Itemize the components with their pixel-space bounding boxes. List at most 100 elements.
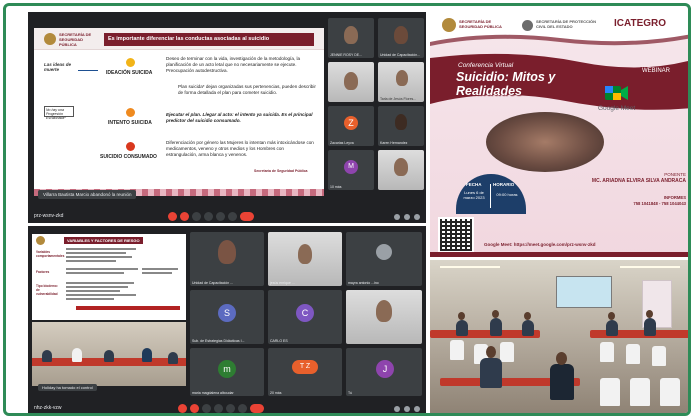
participant-tile[interactable]: Karen Hernandez	[378, 106, 424, 146]
attendee	[644, 318, 656, 336]
participant-video	[218, 240, 236, 264]
slide-text-line	[66, 268, 138, 270]
slide-text-line	[66, 286, 128, 288]
left-label: Las ideas de muerte	[44, 62, 72, 72]
participant-name: Unidad de Capacitación ...	[192, 281, 234, 285]
raise-hand-icon[interactable]	[214, 404, 223, 413]
captions-icon[interactable]	[192, 212, 201, 221]
participant-tile[interactable]: Unidad de Capacitación...	[378, 18, 424, 58]
projection-screen	[556, 276, 612, 308]
participant-tile[interactable]	[378, 150, 424, 190]
fecha-value: Lunes 6 de marzo 2023	[463, 190, 485, 200]
panel-divider	[490, 184, 491, 208]
more-options-icon[interactable]	[228, 212, 237, 221]
participant-tile[interactable]: S Sub. de Estrategias Didácticas I...	[190, 290, 264, 344]
slide-label-2: Factores	[36, 270, 50, 274]
attendee-head	[458, 312, 465, 320]
ceiling-light	[620, 266, 680, 268]
attendee-head	[646, 310, 653, 318]
chat-icon[interactable]	[414, 406, 420, 412]
participant-name: CARLO ES	[270, 339, 288, 343]
meet-window-top: SECRETARÍA DE SEGURIDAD PÚBLICA Es impor…	[28, 12, 426, 223]
chat-icon[interactable]	[414, 214, 420, 220]
participant-tile[interactable]	[328, 62, 374, 102]
paragraph-2: Plan suicida* dejan organizadas sus pert…	[178, 84, 316, 95]
poster-subtitle: Conferencia Virtual	[458, 62, 514, 69]
slide-text-line	[142, 268, 178, 270]
present-icon[interactable]	[226, 404, 235, 413]
slide-header: SECRETARÍA DE SEGURIDAD PÚBLICA Es impor…	[34, 28, 324, 50]
side-controls	[394, 406, 420, 412]
participant-tile[interactable]: jesús enrique ...	[268, 232, 342, 286]
participant-tile[interactable]	[346, 290, 422, 344]
participant-name: Tarla de Jesús Flores...	[380, 97, 417, 101]
participant-tile[interactable]: m maria magdalena alboudar	[190, 348, 264, 396]
hands-photo	[486, 112, 604, 172]
participant-name: Zacarias Leyva	[330, 141, 354, 145]
horario-value: 09:00 horas	[496, 192, 518, 197]
slide-label-1: Variables comportamentales	[36, 250, 65, 258]
slide-text-line	[66, 256, 132, 258]
participant-avatar: S	[218, 304, 236, 322]
proteccion-civil-icon	[522, 20, 533, 31]
participant-avatar: J	[376, 360, 394, 378]
chair	[660, 378, 680, 406]
participant-tile[interactable]: C CARLO ES	[268, 290, 342, 344]
participant-avatar-icon	[376, 244, 392, 260]
participant-name: Unidad de Capacitación...	[380, 53, 421, 57]
slide-text-line	[142, 272, 172, 274]
chair	[652, 346, 666, 366]
call-controls	[168, 212, 254, 221]
participant-tile[interactable]: Z Zacarias Leyva	[328, 106, 374, 146]
participant-tile[interactable]: Unidad de Capacitación ...	[190, 232, 264, 286]
stage-dot-icon	[126, 142, 135, 151]
chair	[600, 378, 620, 406]
meet-window-bottom: VARIABLES Y FACTORES DE RIESGO Variables…	[28, 226, 426, 413]
raise-hand-icon[interactable]	[204, 212, 213, 221]
google-meet-icon	[605, 86, 628, 100]
mic-off-icon[interactable]	[178, 404, 187, 413]
collage-frame: SECRETARÍA DE SEGURIDAD PÚBLICA Es impor…	[3, 3, 691, 416]
left-meeting-notice: Villarra Bautista Marcio abandonó la reu…	[38, 190, 137, 199]
control-notice: Holiday ha tomado el control	[38, 384, 97, 391]
meet-link[interactable]: Google Meet: https://meet.google.com/prz…	[484, 242, 596, 247]
participant-tile[interactable]: T Z 20 más	[268, 348, 342, 396]
participant-avatar: T Z	[292, 360, 318, 374]
info-icon[interactable]	[394, 214, 400, 220]
participant-video	[394, 158, 408, 176]
government-seal-icon	[36, 236, 45, 245]
participant-video	[395, 114, 407, 130]
present-icon[interactable]	[216, 212, 225, 221]
people-icon[interactable]	[404, 214, 410, 220]
attendee	[490, 318, 502, 336]
info-icon[interactable]	[394, 406, 400, 412]
more-options-icon[interactable]	[238, 404, 247, 413]
chair	[600, 342, 614, 362]
participant-name: 20 más	[270, 391, 282, 395]
camera-off-icon[interactable]	[180, 212, 189, 221]
attendee-head	[608, 312, 615, 320]
participant-name: Sub. de Estrategias Didácticas I...	[192, 339, 245, 343]
participant-name: JENNIE ROSY DE...	[330, 53, 363, 57]
participant-tile[interactable]: JENNIE ROSY DE...	[328, 18, 374, 58]
stage-intento: INTENTO SUICIDA	[108, 120, 152, 126]
poster-org-1: SECRETARÍA DE SEGURIDAD PÚBLICA	[459, 19, 502, 29]
captions-icon[interactable]	[202, 404, 211, 413]
call-controls	[178, 404, 264, 413]
participant-tile[interactable]: mayra antonio ...ino	[346, 232, 422, 286]
mic-off-icon[interactable]	[168, 212, 177, 221]
slide-text-line	[66, 252, 126, 254]
people-icon[interactable]	[404, 406, 410, 412]
paragraph-3: Ejecutar el plan. Llegar al acto: el int…	[166, 112, 313, 123]
attendee-head	[524, 312, 531, 320]
participant-video	[344, 26, 358, 44]
end-call-button[interactable]	[240, 212, 254, 221]
participant-avatar: Z	[344, 116, 358, 130]
participant-tile[interactable]: Tarla de Jesús Flores...	[378, 62, 424, 102]
participant-tile[interactable]: M 10 más	[328, 150, 374, 190]
camera-off-icon[interactable]	[190, 404, 199, 413]
qr-code-icon[interactable]	[438, 217, 474, 253]
event-poster: SECRETARÍA DE SEGURIDAD PÚBLICA SECRETAR…	[430, 12, 688, 257]
participant-tile[interactable]: J Tú	[346, 348, 422, 396]
end-call-button[interactable]	[250, 404, 264, 413]
